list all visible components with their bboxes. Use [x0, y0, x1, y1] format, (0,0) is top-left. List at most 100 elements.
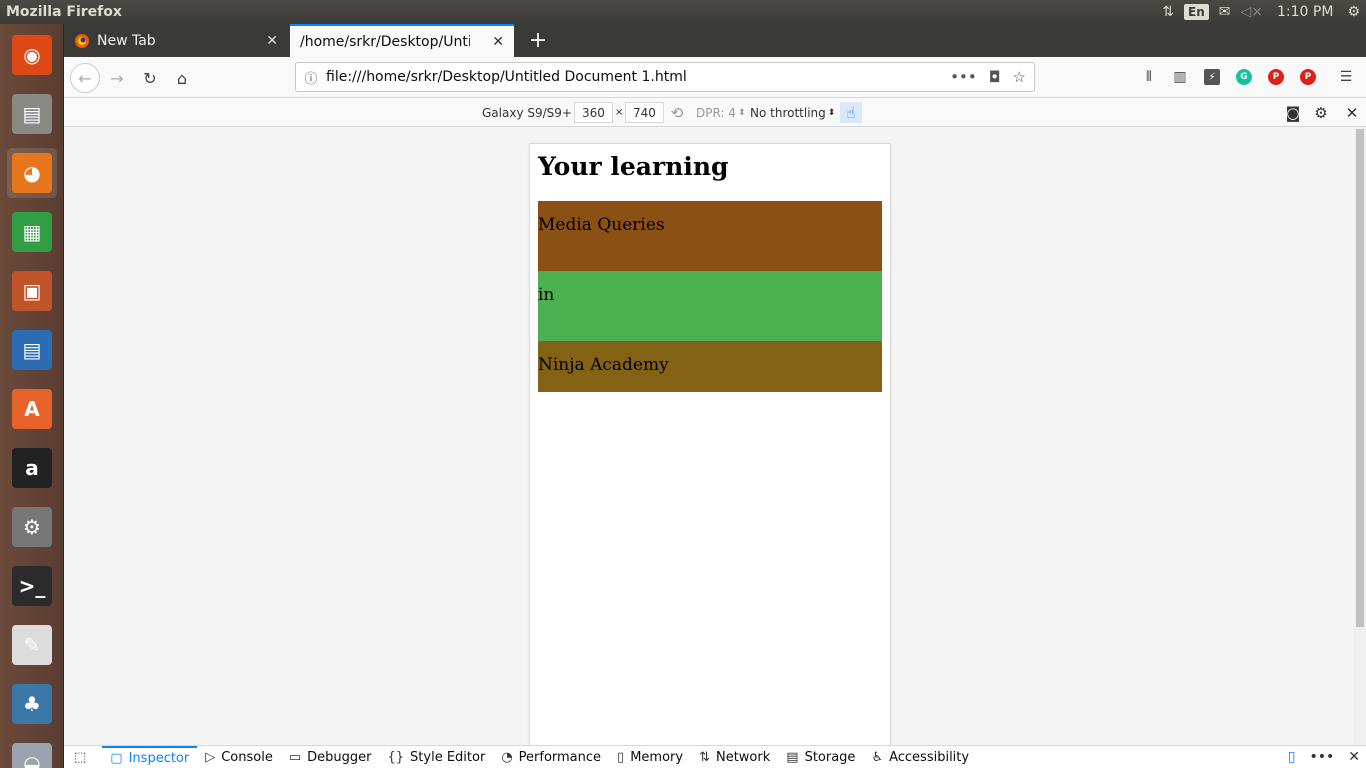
mail-icon[interactable]: ✉ — [1219, 4, 1231, 20]
launcher-item[interactable]: A — [7, 384, 57, 434]
home-button[interactable]: ⌂ — [167, 63, 197, 93]
memory-icon: ▯ — [617, 749, 625, 765]
writer-icon: ▤ — [12, 330, 52, 370]
url-bar[interactable]: ⓘ file:///home/srkr/Desktop/Untitled Doc… — [295, 62, 1035, 92]
devtools-menu-icon[interactable]: ••• — [1309, 749, 1334, 765]
close-rdm-icon[interactable]: ✕ — [1341, 102, 1363, 123]
responsive-design-toolbar: Galaxy S9/S9+⬍ 360 × 740 ⟲ DPR: 4⬍ No th… — [64, 98, 1366, 127]
devtools-tab-console[interactable]: ▷ Console — [197, 746, 281, 768]
site-info-icon[interactable]: ⓘ — [296, 68, 326, 87]
network-icon: ⇅ — [699, 749, 710, 765]
close-devtools-icon[interactable]: ✕ — [1348, 749, 1360, 765]
devtools-tab-label: Inspector — [128, 750, 190, 766]
accessibility-icon: ♿ — [871, 749, 884, 765]
launcher-item[interactable]: ⚙ — [7, 502, 57, 552]
amazon-icon: a — [12, 448, 52, 488]
navigation-toolbar: ← → ↻ ⌂ ⓘ file:///home/srkr/Desktop/Unti… — [64, 57, 1366, 98]
launcher-item[interactable]: ▦ — [7, 207, 57, 257]
clock[interactable]: 1:10 PM — [1277, 4, 1333, 20]
devtools-tab-memory[interactable]: ▯ Memory — [609, 746, 691, 768]
keyboard-language-indicator[interactable]: En — [1184, 4, 1209, 20]
devtools-tab-style-editor[interactable]: {} Style Editor — [380, 746, 494, 768]
volume-muted-icon[interactable]: ◁× — [1241, 4, 1264, 20]
network-transfer-icon[interactable]: ⇅ — [1162, 4, 1174, 20]
responsive-mode-icon[interactable]: ▯ — [1288, 749, 1296, 765]
scrollbar-thumb[interactable] — [1356, 129, 1364, 627]
devtools-tab-storage[interactable]: ▤ Storage — [778, 746, 863, 768]
viewport-height-input[interactable]: 740 — [625, 102, 664, 123]
devtools-tab-performance[interactable]: ◔ Performance — [493, 746, 609, 768]
new-tab-button[interactable]: + — [522, 24, 554, 57]
bookmark-star-icon[interactable]: ☆ — [1013, 68, 1026, 86]
launcher: ◉ ▤ ◕ ▦ ▣ ▤ Aa ⚙ >_ ✎ ♣ ◒ — [0, 24, 64, 768]
devtools-tab-network[interactable]: ⇅ Network — [691, 746, 778, 768]
menu-hamburger-icon[interactable]: ☰ — [1336, 67, 1356, 87]
library-icon[interactable]: ⫴ — [1139, 67, 1159, 87]
firefox-icon — [74, 33, 90, 49]
dpr-selector[interactable]: DPR: 4 ⬍ — [696, 102, 745, 123]
forward-button[interactable]: → — [102, 63, 132, 93]
launcher-item[interactable]: >_ — [7, 561, 57, 611]
launcher-item[interactable]: ▤ — [7, 325, 57, 375]
launcher-item[interactable]: a — [7, 443, 57, 493]
url-text[interactable]: file:///home/srkr/Desktop/Untitled Docum… — [326, 69, 687, 85]
launcher-item[interactable]: ◉ — [7, 30, 57, 80]
launcher-item[interactable]: ◒ — [7, 738, 57, 768]
dimension-separator: × — [615, 107, 624, 118]
close-tab-icon[interactable]: ✕ — [492, 34, 504, 50]
tab-new-tab[interactable]: New Tab ✕ — [64, 24, 288, 57]
debugger-icon: ▭ — [288, 749, 302, 765]
disk-icon: ◒ — [12, 743, 52, 768]
launcher-item[interactable]: ♣ — [7, 679, 57, 729]
devtools-tab-label: Accessibility — [889, 749, 970, 765]
page-actions-icon[interactable]: ••• — [950, 68, 977, 86]
devtools-tab-debugger[interactable]: ▭ Debugger — [281, 746, 380, 768]
terminal-icon: >_ — [12, 566, 52, 606]
close-tab-icon[interactable]: ✕ — [266, 33, 278, 49]
sidebar-icon[interactable]: ▥ — [1170, 67, 1190, 87]
inspector-icon: ▢ — [110, 750, 123, 766]
software-center-icon: A — [12, 389, 52, 429]
tab-label: New Tab — [97, 32, 156, 49]
session-gear-icon[interactable]: ⚙ — [1347, 4, 1360, 20]
block-in: in — [538, 271, 882, 341]
touch-simulation-icon[interactable]: ☝ — [840, 102, 862, 123]
grammarly-icon[interactable]: G — [1234, 67, 1254, 87]
element-picker-icon[interactable]: ⬚ — [64, 746, 102, 768]
tab-untitled-document[interactable]: /home/srkr/Desktop/Untitle ✕ — [290, 24, 514, 57]
launcher-item[interactable]: ▤ — [7, 89, 57, 139]
block-media-queries: Media Queries — [538, 201, 882, 271]
text-editor-icon: ✎ — [12, 625, 52, 665]
calc-icon: ▦ — [12, 212, 52, 252]
network-throttling-selector[interactable]: No throttling ⬍ — [750, 102, 835, 123]
devtools-tab-label: Console — [221, 749, 273, 765]
launcher-item[interactable]: ✎ — [7, 620, 57, 670]
rotate-viewport-icon[interactable]: ⟲ — [666, 102, 688, 123]
system-settings-icon: ⚙ — [12, 507, 52, 547]
viewport-width-input[interactable]: 360 — [574, 102, 613, 123]
devtools-tab-inspector[interactable]: ▢ Inspector — [102, 745, 198, 768]
pdf-extension-icon[interactable]: P — [1266, 67, 1286, 87]
devtools-tab-label: Network — [715, 749, 771, 765]
pdf-extension-icon-2[interactable]: P — [1298, 67, 1318, 87]
screenshot-camera-icon[interactable]: ◙ — [1282, 102, 1304, 123]
extension-tool-icon[interactable]: ⚡ — [1202, 67, 1222, 87]
pocket-icon[interactable]: ◘ — [989, 68, 1001, 86]
tab-label: /home/srkr/Desktop/Untitle — [300, 33, 470, 50]
performance-icon: ◔ — [501, 749, 513, 765]
devtools-tab-label: Storage — [804, 749, 856, 765]
devtools-tab-accessibility[interactable]: ♿ Accessibility — [863, 746, 977, 768]
files-icon: ▤ — [12, 94, 52, 134]
launcher-item[interactable]: ▣ — [7, 266, 57, 316]
devtools-tab-label: Debugger — [307, 749, 372, 765]
style-editor-icon: {} — [387, 749, 405, 765]
reload-button[interactable]: ↻ — [135, 63, 165, 93]
rdm-settings-gear-icon[interactable]: ⚙ — [1310, 102, 1332, 123]
device-selector[interactable]: Galaxy S9/S9+⬍ — [482, 102, 582, 123]
back-button[interactable]: ← — [70, 63, 100, 93]
ubuntu-dash-icon: ◉ — [12, 35, 52, 75]
block-ninja-academy: Ninja Academy — [538, 341, 882, 392]
devtools-right-controls: ▯ ••• ✕ — [1288, 749, 1360, 765]
launcher-item[interactable]: ◕ — [7, 148, 57, 198]
viewport-scrollbar[interactable] — [1354, 127, 1366, 745]
